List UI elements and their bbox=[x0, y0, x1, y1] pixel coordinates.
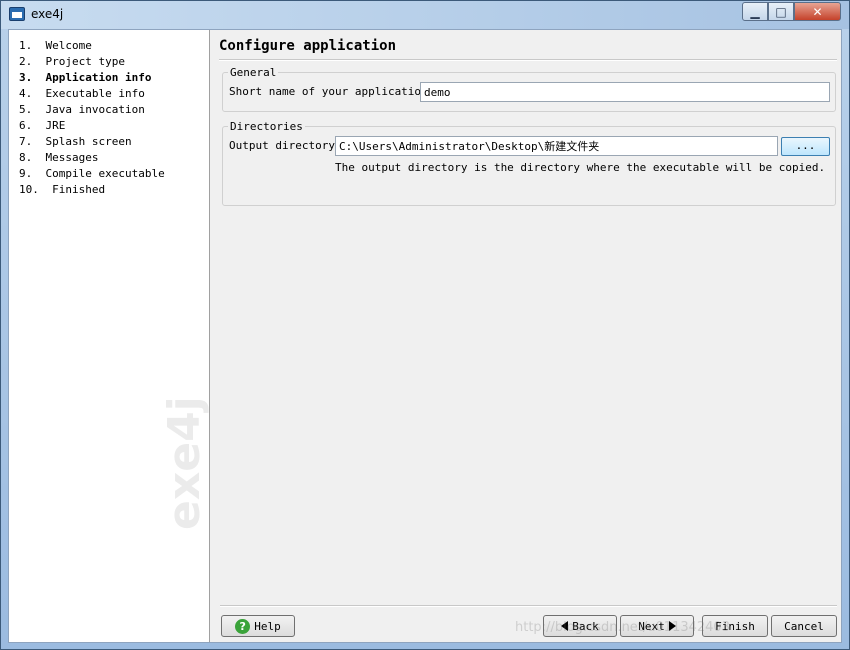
footer-divider bbox=[220, 605, 837, 607]
finish-button-label: Finish bbox=[715, 619, 755, 633]
app-icon bbox=[9, 7, 25, 21]
window-title: exe4j bbox=[31, 7, 64, 21]
minimize-button[interactable]: ▁ bbox=[742, 2, 768, 21]
step-splash-screen[interactable]: 7. Splash screen bbox=[19, 134, 165, 150]
step-jre[interactable]: 6. JRE bbox=[19, 118, 165, 134]
general-group-title: General bbox=[228, 66, 279, 79]
maximize-icon: □ bbox=[775, 4, 787, 19]
cancel-button-label: Cancel bbox=[784, 619, 824, 633]
back-button[interactable]: Back bbox=[543, 615, 617, 637]
step-application-info[interactable]: 3. Application info bbox=[19, 70, 165, 86]
cancel-button[interactable]: Cancel bbox=[771, 615, 837, 637]
browse-button[interactable]: ... bbox=[781, 137, 830, 156]
help-icon: ? bbox=[235, 618, 251, 634]
help-button-label: Help bbox=[254, 619, 281, 633]
short-name-label: Short name of your application: bbox=[229, 85, 435, 98]
back-arrow-icon bbox=[561, 621, 569, 631]
general-group: General Short name of your application: bbox=[222, 66, 836, 112]
maximize-button[interactable]: □ bbox=[768, 2, 794, 21]
title-divider bbox=[219, 59, 837, 61]
wizard-client-area: 1. Welcome 2. Project type 3. Applicatio… bbox=[8, 29, 842, 643]
wizard-steps-pane: 1. Welcome 2. Project type 3. Applicatio… bbox=[9, 30, 210, 642]
page-title: Configure application bbox=[219, 38, 397, 54]
title-bar[interactable]: exe4j ▁ □ ✕ bbox=[1, 1, 849, 29]
step-project-type[interactable]: 2. Project type bbox=[19, 54, 165, 70]
output-directory-hint: The output directory is the directory wh… bbox=[335, 161, 826, 174]
short-name-input[interactable] bbox=[420, 82, 830, 102]
output-directory-input[interactable] bbox=[335, 136, 778, 156]
wizard-content-pane: Configure application General Short name… bbox=[210, 30, 841, 642]
next-button-label: Next bbox=[638, 619, 665, 633]
output-directory-label: Output directory: bbox=[229, 139, 342, 152]
finish-button[interactable]: Finish bbox=[702, 615, 768, 637]
wizard-steps-list: 1. Welcome 2. Project type 3. Applicatio… bbox=[19, 38, 165, 198]
next-arrow-icon bbox=[668, 621, 676, 631]
exe4j-watermark-logo: exe4j bbox=[159, 396, 210, 530]
step-java-invocation[interactable]: 5. Java invocation bbox=[19, 102, 165, 118]
step-messages[interactable]: 8. Messages bbox=[19, 150, 165, 166]
directories-group: Directories Output directory: ... The ou… bbox=[222, 120, 836, 206]
step-executable-info[interactable]: 4. Executable info bbox=[19, 86, 165, 102]
minimize-icon: ▁ bbox=[750, 4, 760, 19]
step-welcome[interactable]: 1. Welcome bbox=[19, 38, 165, 54]
directories-group-title: Directories bbox=[228, 120, 305, 133]
app-window: exe4j ▁ □ ✕ 1. Welcome 2. Project type 3… bbox=[0, 0, 850, 650]
next-button[interactable]: Next bbox=[620, 615, 694, 637]
back-button-label: Back bbox=[572, 619, 599, 633]
close-button[interactable]: ✕ bbox=[794, 2, 841, 21]
step-compile-executable[interactable]: 9. Compile executable bbox=[19, 166, 165, 182]
step-finished[interactable]: 10. Finished bbox=[19, 182, 165, 198]
close-icon: ✕ bbox=[812, 4, 823, 19]
help-button[interactable]: ? Help bbox=[221, 615, 295, 637]
